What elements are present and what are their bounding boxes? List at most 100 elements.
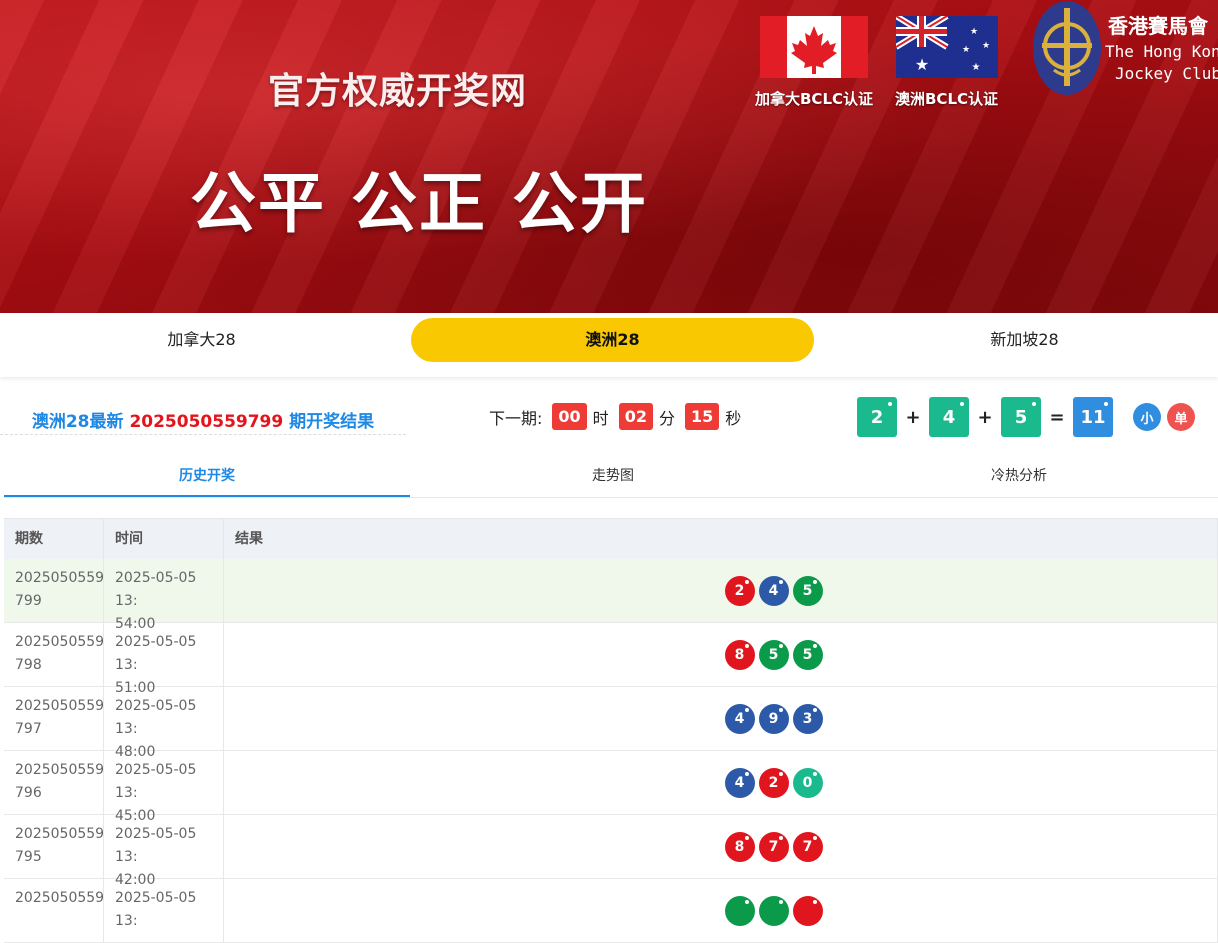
history-tab-bar: 历史开奖 走势图 冷热分析 (4, 457, 1218, 498)
canada-caption: 加拿大BCLC认证 (755, 90, 874, 108)
game-tab-bar: 加拿大28 澳洲28 新加坡28 (0, 313, 1218, 377)
time-part1: 2025-05-05 13: (115, 570, 197, 609)
hero-banner: 官方权威开奖网 公平 公正 公开 加拿大BCLC认证 ★ ★ ★ ★ ★ 澳洲B… (0, 0, 1218, 313)
result-ball: 8 (724, 831, 755, 862)
result-ball: 9 (758, 703, 789, 734)
issue-number-part1: 2025050559 (15, 570, 105, 586)
tab-canada28[interactable]: 加拿大28 (0, 318, 403, 362)
header-issue: 期数 (4, 519, 104, 559)
latest-draw-title: 澳洲28最新 2025050559799 期开奖结果 (0, 407, 406, 435)
countdown-seconds: 15 (684, 403, 720, 430)
issue-number-part2: 795 (15, 849, 42, 865)
issue-cell: 2025050559 799 (4, 559, 104, 622)
hkjc-logo: 香港賽馬會 The Hong Kong Jockey Club (1032, 0, 1218, 100)
time-part1: 2025-05-05 13: (115, 634, 197, 673)
result-number-2: 4 (929, 397, 969, 437)
table-header: 期数 时间 结果 (4, 519, 1218, 559)
result-ball: 4 (724, 703, 755, 734)
result-number-3: 5 (1001, 397, 1041, 437)
countdown-minutes: 02 (618, 403, 653, 430)
time-part1: 2025-05-05 13: (115, 698, 197, 737)
issue-number-part1: 2025050559 (15, 762, 105, 778)
issue-cell: 2025050559 798 (4, 623, 104, 686)
result-cell: 420 (224, 751, 1218, 814)
result-cell (224, 879, 1218, 942)
hkjc-chinese-name: 香港賽馬會 (1108, 14, 1208, 38)
result-ball: 7 (792, 831, 823, 862)
hkjc-emblem-icon (1033, 1, 1101, 95)
header-result: 结果 (224, 519, 1218, 559)
tab-singapore28[interactable]: 新加坡28 (823, 318, 1218, 362)
time-cell: 2025-05-05 13: 51:00 (104, 623, 224, 696)
hkjc-english-line2: Jockey Club (1115, 64, 1218, 83)
canada-certification: 加拿大BCLC认证 (755, 16, 873, 109)
latest-issue-number: 2025050559799 (129, 412, 284, 432)
table-row: 2025050559 795 2025-05-05 13: 42:00 8 7 7 (4, 815, 1218, 888)
time-cell: 2025-05-05 13: (104, 879, 224, 942)
canada-flag-icon (760, 16, 868, 78)
australia-certification: ★ ★ ★ ★ ★ 澳洲BCLC认证 (893, 13, 999, 109)
result-sum: 11 (1073, 397, 1113, 437)
svg-text:★: ★ (971, 62, 980, 73)
result-ball: 5 (792, 575, 823, 606)
tab-history[interactable]: 历史开奖 (4, 457, 410, 497)
hours-unit: 时 (592, 408, 609, 428)
result-number-1: 2 (857, 397, 897, 437)
issue-cell: 2025050559 795 (4, 815, 104, 878)
countdown-label: 下一期: (489, 408, 543, 428)
hkjc-english-line1: The Hong Kong (1105, 42, 1218, 61)
issue-cell: 2025050559 797 (4, 687, 104, 750)
table-row: 2025050559 2025-05-05 13: (4, 879, 1218, 943)
result-cell: 493 (224, 687, 1218, 750)
equals-sign: = (1049, 406, 1065, 428)
latest-result-equation: 2 + 4 + 5 = 11 小 单 (857, 397, 1195, 437)
plus-sign: + (977, 406, 993, 428)
time-cell: 2025-05-05 13: 54:00 (104, 559, 224, 632)
issue-cell: 2025050559 796 (4, 751, 104, 814)
result-ball (792, 895, 823, 926)
size-badge: 小 (1133, 403, 1161, 431)
result-ball: 2 (758, 767, 789, 798)
issue-number-part2: 797 (15, 721, 42, 737)
time-part1: 2025-05-05 13: (115, 890, 197, 929)
tab-trend-chart[interactable]: 走势图 (410, 457, 816, 495)
svg-text:★: ★ (969, 27, 977, 37)
result-ball (724, 895, 755, 926)
tab-australia28[interactable]: 澳洲28 (411, 318, 814, 362)
latest-suffix: 期开奖结果 (289, 412, 375, 432)
table-row: 2025050559 796 2025-05-05 13: 45:00 4 2 0 (4, 751, 1218, 824)
history-table: 期数 时间 结果 2025050559 799 2025-05-05 13: 54:0… (4, 518, 1218, 943)
header-time: 时间 (104, 519, 224, 559)
seconds-unit: 秒 (725, 408, 742, 428)
issue-number-part1: 2025050559 (15, 826, 105, 842)
result-cell: 245 (224, 559, 1218, 622)
parity-badge: 单 (1167, 403, 1195, 431)
plus-sign: + (905, 406, 921, 428)
time-cell: 2025-05-05 13: 42:00 (104, 815, 224, 888)
result-ball: 7 (758, 831, 789, 862)
result-cell: 855 (224, 623, 1218, 686)
issue-number-part1: 2025050559 (15, 634, 105, 650)
time-cell: 2025-05-05 13: 45:00 (104, 751, 224, 824)
issue-number-part2: 796 (15, 785, 42, 801)
svg-text:★: ★ (981, 41, 989, 51)
result-cell: 877 (224, 815, 1218, 878)
result-ball (758, 895, 789, 926)
result-ball: 8 (724, 639, 755, 670)
table-row: 2025050559 799 2025-05-05 13: 54:00 2 4 5 (4, 559, 1218, 632)
issue-number-part2: 798 (15, 657, 42, 673)
issue-number-part1: 2025050559 (15, 698, 105, 714)
result-ball: 0 (792, 767, 823, 798)
result-ball: 3 (792, 703, 823, 734)
issue-number-part2: 799 (15, 593, 42, 609)
australia-caption: 澳洲BCLC认证 (895, 90, 999, 108)
time-part1: 2025-05-05 13: (115, 762, 197, 801)
issue-cell: 2025050559 (4, 879, 104, 942)
next-draw-countdown: 下一期: 00 时 02 分 15 秒 (489, 403, 745, 430)
countdown-hours: 00 (552, 403, 587, 430)
svg-text:★: ★ (961, 45, 969, 55)
banner-subtitle: 官方权威开奖网 (268, 71, 528, 112)
result-ball: 5 (758, 639, 789, 670)
tab-hot-cold-analysis[interactable]: 冷热分析 (816, 457, 1218, 495)
time-cell: 2025-05-05 13: 48:00 (104, 687, 224, 760)
